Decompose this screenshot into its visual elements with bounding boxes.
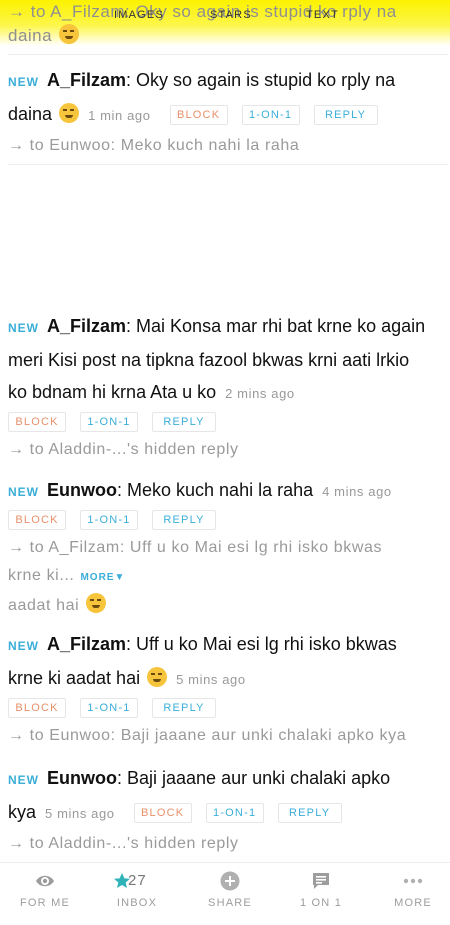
- block-button[interactable]: BLOCK: [8, 698, 66, 718]
- author-name[interactable]: A_Filzam: [47, 634, 126, 654]
- post-text: daina: [8, 104, 53, 124]
- new-badge: NEW: [8, 485, 39, 499]
- nav-label: 1 ON 1: [299, 897, 343, 909]
- reply-button[interactable]: REPLY: [152, 698, 216, 718]
- eye-icon: [36, 875, 54, 887]
- reply-context[interactable]: → to Aladdin-...'s hidden reply: [8, 436, 448, 464]
- timestamp: 5 mins ago: [45, 806, 115, 821]
- one-on-one-button[interactable]: 1-ON-1: [80, 412, 138, 432]
- action-buttons: BLOCK 1-ON-1 REPLY: [8, 698, 448, 722]
- post-text: krne ki aadat hai: [8, 668, 141, 688]
- new-badge: NEW: [8, 773, 39, 787]
- post-text: : Oky so again is stupid ko rply na: [126, 70, 396, 90]
- grinning-emoji-icon: [86, 593, 107, 613]
- nav-share[interactable]: SHARE: [185, 863, 275, 925]
- post-text: kya: [8, 802, 37, 822]
- more-dots-icon: [403, 878, 423, 884]
- action-buttons: BLOCK 1-ON-1 REPLY: [133, 796, 356, 828]
- action-buttons: BLOCK 1-ON-1 REPLY: [8, 412, 448, 436]
- one-on-one-button[interactable]: 1-ON-1: [80, 510, 138, 530]
- post-line: NEW A_Filzam: Oky so again is stupid ko r…: [8, 64, 448, 98]
- list-item: NEW A_Filzam: Uff u ko Mai esi lg rhi isk…: [8, 628, 448, 750]
- reply-context[interactable]: → to Aladdin-...'s hidden reply: [8, 830, 448, 858]
- bottom-navigation: FOR ME 27 INBOX SHARE 1 ON 1 MORE: [0, 862, 450, 925]
- nav-label: MORE: [394, 897, 432, 909]
- tab-text[interactable]: TEXT: [306, 9, 339, 21]
- reply-context[interactable]: → to Eunwoo: Meko kuch nahi la raha: [8, 132, 448, 160]
- grinning-emoji-icon: [147, 667, 168, 687]
- block-button[interactable]: BLOCK: [169, 105, 228, 126]
- plus-circle-icon: [220, 871, 240, 891]
- reply-context[interactable]: krne ki... MORE▼: [8, 562, 448, 592]
- list-item: NEW A_Filzam: Oky so again is stupid ko r…: [8, 64, 448, 160]
- action-buttons: BLOCK 1-ON-1 REPLY: [8, 510, 448, 534]
- nav-more[interactable]: MORE: [368, 863, 450, 925]
- inbox-count: 27: [128, 872, 147, 889]
- post-line: krne ki aadat hai 5 mins ago: [8, 662, 448, 696]
- post-line: ko bdnam hi krna Ata u ko 2 mins ago: [8, 376, 448, 410]
- new-badge: NEW: [8, 639, 39, 653]
- action-buttons: BLOCK 1-ON-1 REPLY: [169, 98, 392, 130]
- chat-bubble-icon: [313, 873, 329, 889]
- reply-button[interactable]: REPLY: [313, 105, 378, 126]
- post-line: NEW Eunwoo: Baji jaaane aur unki chalaki …: [8, 762, 448, 796]
- author-name[interactable]: A_Filzam: [47, 316, 126, 336]
- post-line: NEW A_Filzam: Mai Konsa mar rhi bat krne …: [8, 310, 448, 344]
- tab-stars[interactable]: STARS: [210, 9, 252, 21]
- timestamp: 1 min ago: [88, 108, 151, 123]
- post-text: : Uff u ko Mai esi lg rhi isko bkwas: [126, 634, 397, 654]
- one-on-one-button[interactable]: 1-ON-1: [205, 803, 264, 824]
- reply-button[interactable]: REPLY: [277, 803, 342, 824]
- divider: [8, 164, 448, 165]
- nav-for-me[interactable]: FOR ME: [0, 863, 90, 925]
- timestamp: 4 mins ago: [322, 484, 392, 499]
- list-item: NEW A_Filzam: Mai Konsa mar rhi bat krne …: [8, 310, 448, 464]
- reply-button[interactable]: REPLY: [152, 412, 216, 432]
- one-on-one-button[interactable]: 1-ON-1: [241, 105, 300, 126]
- post-text: : Baji jaaane aur unki chalaki apko: [117, 768, 391, 788]
- post-text: : Meko kuch nahi la raha: [117, 480, 314, 500]
- timestamp: 2 mins ago: [225, 386, 295, 401]
- one-on-one-button[interactable]: 1-ON-1: [80, 698, 138, 718]
- block-button[interactable]: BLOCK: [133, 803, 192, 824]
- new-badge: NEW: [8, 321, 39, 335]
- post-text: ko bdnam hi krna Ata u ko: [8, 382, 217, 402]
- block-button[interactable]: BLOCK: [8, 412, 66, 432]
- nav-one-on-one[interactable]: 1 ON 1: [276, 863, 366, 925]
- filter-tabs: IMAGES STARS TEXT: [0, 9, 450, 27]
- list-item: NEW Eunwoo: Baji jaaane aur unki chalaki …: [8, 762, 448, 858]
- block-button[interactable]: BLOCK: [8, 510, 66, 530]
- unamused-emoji-icon: [59, 24, 80, 44]
- unamused-emoji-icon: [59, 103, 80, 123]
- timestamp: 5 mins ago: [176, 672, 246, 687]
- divider: [8, 54, 448, 55]
- nav-label: FOR ME: [20, 897, 70, 909]
- reply-button[interactable]: REPLY: [152, 510, 216, 530]
- post-line: kya 5 mins ago BLOCK 1-ON-1 REPLY: [8, 796, 448, 830]
- post-text: : Mai Konsa mar rhi bat krne ko again: [126, 316, 426, 336]
- nav-label: SHARE: [208, 897, 252, 909]
- nav-inbox[interactable]: 27 INBOX: [92, 863, 182, 925]
- author-name[interactable]: Eunwoo: [47, 768, 117, 788]
- scrolled-reply-text-line2: daina: [8, 24, 80, 46]
- post-line: NEW A_Filzam: Uff u ko Mai esi lg rhi isk…: [8, 628, 448, 662]
- author-name[interactable]: Eunwoo: [47, 480, 117, 500]
- nav-label: INBOX: [116, 897, 158, 909]
- new-badge: NEW: [8, 75, 39, 89]
- post-line: NEW Eunwoo: Meko kuch nahi la raha 4 mins…: [8, 474, 448, 508]
- post-line: meri Kisi post na tipkna fazool bkwas kr…: [8, 350, 410, 370]
- post-line: daina 1 min ago BLOCK 1-ON-1 REPLY: [8, 98, 448, 132]
- list-item: NEW Eunwoo: Meko kuch nahi la raha 4 mins…: [8, 474, 448, 620]
- tab-images[interactable]: IMAGES: [114, 9, 164, 21]
- more-toggle[interactable]: MORE▼: [80, 572, 125, 583]
- top-header: → to A_Filzam: Oky so again is stupid ko…: [0, 0, 450, 46]
- reply-context[interactable]: → to A_Filzam: Uff u ko Mai esi lg rhi i…: [8, 534, 448, 562]
- reply-context: aadat hai: [8, 592, 448, 620]
- author-name[interactable]: A_Filzam: [47, 70, 126, 90]
- reply-context[interactable]: → to Eunwoo: Baji jaaane aur unki chalak…: [8, 722, 448, 750]
